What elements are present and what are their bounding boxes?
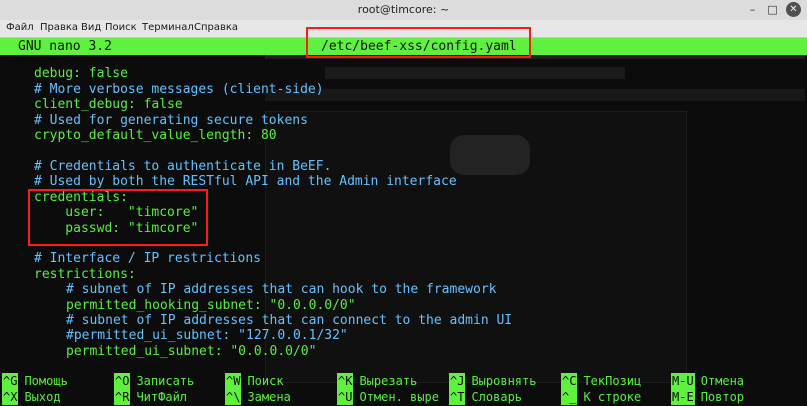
- editor-line: # Credentials to authenticate in BeEF.: [34, 159, 332, 174]
- menu-search[interactable]: Поиск: [105, 22, 137, 33]
- window-title: root@timcore: ~: [357, 3, 450, 16]
- menu-terminal[interactable]: Терминал: [142, 22, 194, 33]
- editor-line: # Used by both the RESTful API and the A…: [34, 174, 457, 189]
- editor-line: # subnet of IP addresses that can connec…: [66, 313, 513, 328]
- shortcut-cut[interactable]: ^K Вырезать: [337, 373, 417, 389]
- filename-highlight-box: [306, 27, 531, 58]
- credentials-highlight-box: [28, 189, 208, 246]
- editor-line: debug: false: [34, 66, 128, 81]
- shortcut-cur-pos[interactable]: ^C ТекПозиц: [561, 373, 641, 389]
- minimize-icon[interactable]: –: [745, 2, 760, 17]
- editor-line: # Used for generating secure tokens: [34, 113, 308, 128]
- editor-line: client_debug: false: [34, 97, 183, 112]
- editor-line: restrictions:: [34, 267, 136, 282]
- shortcut-write[interactable]: ^O Записать: [114, 373, 194, 389]
- shortcut-search[interactable]: ^W Поиск: [225, 373, 284, 389]
- shortcut-exit[interactable]: ^X Выход: [2, 389, 61, 405]
- menu-help[interactable]: Справка: [194, 22, 238, 33]
- shortcut-go-to-line[interactable]: ^_ К строке: [561, 389, 641, 405]
- menu-edit[interactable]: Правка: [40, 22, 78, 33]
- editor-line: # subnet of IP addresses that can hook t…: [66, 282, 497, 297]
- shortcut-read-file[interactable]: ^R ЧитФайл: [114, 389, 187, 405]
- menu-file[interactable]: Файл: [6, 22, 34, 33]
- close-icon[interactable]: ✕: [786, 2, 801, 17]
- editor-line: permitted_ui_subnet: "0.0.0.0/0": [66, 344, 317, 359]
- editor-line: # More verbose messages (client-side): [34, 82, 324, 97]
- editor-line: # Interface / IP restrictions: [34, 251, 261, 266]
- nano-version: GNU nano 3.2: [18, 39, 112, 54]
- shortcut-redo[interactable]: M-E Повтор: [671, 389, 744, 405]
- shortcut-uncut[interactable]: ^U Отмен. выре: [337, 389, 439, 405]
- shortcut-replace[interactable]: ^\ Замена: [225, 389, 291, 405]
- shortcut-spell[interactable]: ^T Словарь: [449, 389, 522, 405]
- shortcut-undo[interactable]: M-U Отмена: [671, 373, 744, 389]
- editor-line: permitted_hooking_subnet: "0.0.0.0/0": [66, 298, 356, 313]
- editor-line: #permitted_ui_subnet: "127.0.0.1/32": [66, 328, 348, 343]
- title-bar[interactable]: root@timcore: ~ – □ ✕: [0, 0, 807, 21]
- editor-line: crypto_default_value_length: 80: [34, 128, 277, 143]
- maximize-icon[interactable]: □: [765, 2, 780, 17]
- terminal-window: root@timcore: ~ – □ ✕ Файл Правка Вид По…: [0, 0, 807, 406]
- shortcut-justify[interactable]: ^J Выровнять: [449, 373, 536, 389]
- shortcut-help[interactable]: ^G Помощь: [2, 373, 68, 389]
- menu-view[interactable]: Вид: [81, 22, 101, 33]
- nano-shortcut-bar: ^G Помощь ^X Выход ^O Записать ^R ЧитФайл ^W…: [0, 372, 807, 406]
